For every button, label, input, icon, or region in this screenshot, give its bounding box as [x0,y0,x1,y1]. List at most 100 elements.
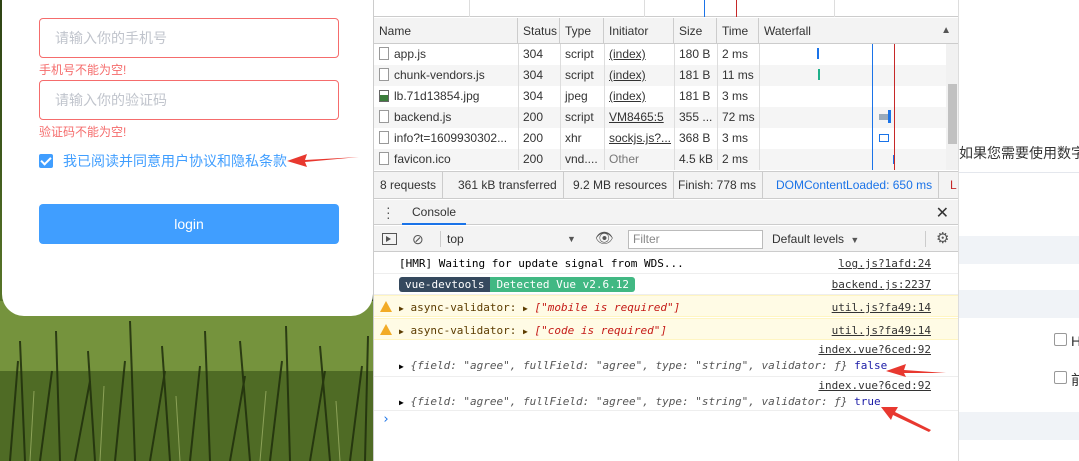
phone-error: 手机号不能为空! [39,63,127,77]
toolbar-divider [925,231,926,247]
filter-placeholder: Filter [633,232,660,246]
network-summary: 8 requests 361 kB transferred 9.2 MB res… [374,171,959,199]
arrow-icon [287,154,359,167]
gear-icon[interactable]: ⚙ [936,226,949,252]
table-row[interactable]: lb.71d13854.jpg 304 jpeg (index) 181 B 3… [374,86,946,107]
scrollbar-thumb[interactable] [948,84,957,144]
agree-checkbox[interactable] [39,154,53,168]
console-line: vue-devtools Detected Vue v2.6.12 backend… [374,274,959,295]
file-icon [379,47,389,60]
option-label: 前 [1071,372,1079,388]
network-header: Name Status Type Initiator Size Time Wat… [374,18,959,44]
network-overview [374,0,959,17]
col-waterfall[interactable]: Waterfall ▲ [759,18,959,44]
page-text: 如果您需要使用数字 [959,145,1079,161]
filter-input[interactable]: Filter [628,230,763,249]
console-prompt[interactable]: › [382,412,390,427]
agree-label[interactable]: 我已阅读并同意用户协议和隐私条款 [63,151,287,171]
image-file-icon [379,90,389,102]
summary-domcontentloaded: DOMContentLoaded: 650 ms [770,172,940,198]
file-icon [379,131,389,144]
source-link[interactable]: index.vue?6ced:92 [818,379,931,392]
warning-icon [380,301,392,312]
summary-requests: 8 requests [374,172,444,198]
expand-icon[interactable]: ▶ [523,327,528,336]
phone-placeholder: 请输入你的手机号 [55,30,167,46]
expand-icon[interactable]: ▶ [399,362,404,371]
warning-icon [380,324,392,335]
login-panel: 请输入你的手机号 手机号不能为空! 请输入你的验证码 验证码不能为空! 我已阅读… [0,0,373,461]
console-line: index.vue?6ced:92 ▶ {field: "agree", ful… [374,377,959,411]
file-icon [379,68,389,81]
option-checkbox[interactable] [1054,333,1067,346]
console-messages: [HMR] Waiting for update signal from WDS… [374,252,959,461]
console-warning: ▶ async-validator: ▶ ["mobile is require… [374,295,959,317]
expand-icon[interactable]: ▶ [399,304,404,313]
console-bool: false [854,359,888,372]
col-initiator[interactable]: Initiator [604,18,674,44]
console-line: index.vue?6ced:92 ▶ {field: "agree", ful… [374,341,959,377]
devtools-panel: Name Status Type Initiator Size Time Wat… [373,0,959,461]
expand-icon[interactable]: ▶ [399,398,404,407]
log-levels-label: Default levels [772,232,845,246]
option-label: H [1071,333,1079,349]
chevron-down-icon: ▼ [567,234,576,244]
toolbar-divider [440,231,441,247]
code-input[interactable]: 请输入你的验证码 [39,80,339,120]
sort-up-icon[interactable]: ▲ [941,18,951,44]
background-page: 如果您需要使用数字 H 前 [958,0,1079,461]
col-type[interactable]: Type [560,18,604,44]
network-table: Name Status Type Initiator Size Time Wat… [374,18,959,170]
console-text: [HMR] Waiting for update signal from WDS… [399,257,684,270]
login-button[interactable]: login [39,204,339,244]
table-row[interactable]: info?t=1609930302... 200 xhr sockjs.js?.… [374,128,946,149]
summary-transferred: 361 kB transferred [452,172,564,198]
sidebar-toggle-icon[interactable] [382,226,397,252]
more-vert-icon[interactable]: · · · [386,200,391,224]
option-checkbox[interactable] [1054,371,1067,384]
table-row[interactable]: favicon.ico 200 vnd.... Other 4.5 kB 2 m… [374,149,946,170]
col-name[interactable]: Name [374,18,518,44]
console-object: {field: "agree", fullField: "agree", typ… [410,395,848,408]
drawer-tabbar: · · · Console ✕ [374,200,959,225]
phone-input[interactable]: 请输入你的手机号 [39,18,339,58]
summary-finish: Finish: 778 ms [672,172,764,198]
chevron-down-icon: ▼ [850,235,860,245]
source-link[interactable]: log.js?1afd:24 [838,257,931,270]
source-link[interactable]: util.js?fa49:14 [832,324,931,337]
eye-icon[interactable]: 👁 [595,226,614,252]
col-size[interactable]: Size [674,18,717,44]
context-selector[interactable]: top ▼ [447,226,576,252]
source-link[interactable]: backend.js:2237 [832,278,931,291]
vue-devtools-badge: vue-devtools [399,277,491,292]
log-levels-dropdown[interactable]: Default levels ▼ [772,226,859,252]
arrow-icon [881,407,931,432]
expand-icon[interactable]: ▶ [399,327,404,336]
console-bool: true [854,395,881,408]
expand-icon[interactable]: ▶ [523,304,528,313]
source-link[interactable]: index.vue?6ced:92 [818,343,931,356]
file-icon [379,152,389,165]
agree-row[interactable]: 我已阅读并同意用户协议和隐私条款 [39,152,287,170]
warning-value: ["mobile is required"] [534,301,681,314]
close-icon[interactable]: ✕ [936,203,949,223]
code-error: 验证码不能为空! [39,125,127,139]
table-row[interactable]: chunk-vendors.js 304 script (index) 181 … [374,65,946,86]
table-row[interactable]: backend.js 200 script VM8465:5 355 ... 7… [374,107,946,128]
file-icon [379,110,389,123]
tab-console[interactable]: Console [402,200,467,225]
console-object: {field: "agree", fullField: "agree", typ… [410,359,848,372]
clear-console-icon[interactable]: ⊘ [412,226,424,252]
arrow-icon [886,364,946,377]
console-line: [HMR] Waiting for update signal from WDS… [374,252,959,274]
col-status[interactable]: Status [518,18,560,44]
warning-value: ["code is required"] [534,324,667,337]
code-placeholder: 请输入你的验证码 [55,92,167,108]
table-row[interactable]: app.js 304 script (index) 180 B 2 ms [374,44,946,65]
context-label: top [447,232,464,246]
col-time[interactable]: Time [717,18,759,44]
source-link[interactable]: util.js?fa49:14 [832,301,931,314]
vue-version-badge: Detected Vue v2.6.12 [490,277,635,292]
col-waterfall-label: Waterfall [764,24,811,38]
grass-background [0,301,373,461]
